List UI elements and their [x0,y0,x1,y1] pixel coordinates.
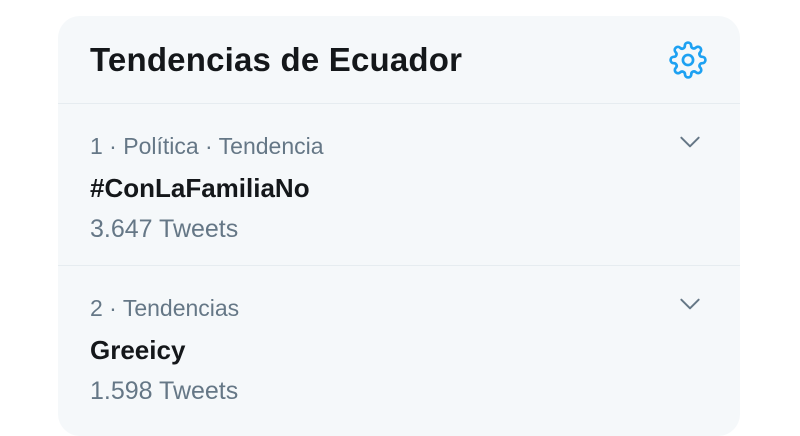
chevron-down-icon [680,298,700,310]
trend-more-button[interactable] [670,122,710,162]
settings-button[interactable] [666,38,710,82]
trends-title: Tendencias de Ecuador [90,40,463,78]
trend-name: Greeicy [90,335,186,365]
trends-header: Tendencias de Ecuador [58,16,740,104]
trend-name: #ConLaFamiliaNo [90,173,310,203]
trend-tweet-count: 3.647 Tweets [90,215,239,243]
trend-more-button[interactable] [670,284,710,324]
gear-icon [669,40,707,79]
chevron-down-icon [680,136,700,148]
trend-item[interactable]: 2 · Tendencias Greeicy 1.598 Tweets [58,266,740,428]
trend-meta: 1 · Política · Tendencia [90,133,324,159]
trend-tweet-count: 1.598 Tweets [90,377,239,405]
trends-panel: Tendencias de Ecuador 1 · Política · Ten… [58,16,740,436]
trend-item[interactable]: 1 · Política · Tendencia #ConLaFamiliaNo… [58,104,740,266]
trend-meta: 2 · Tendencias [90,295,240,321]
